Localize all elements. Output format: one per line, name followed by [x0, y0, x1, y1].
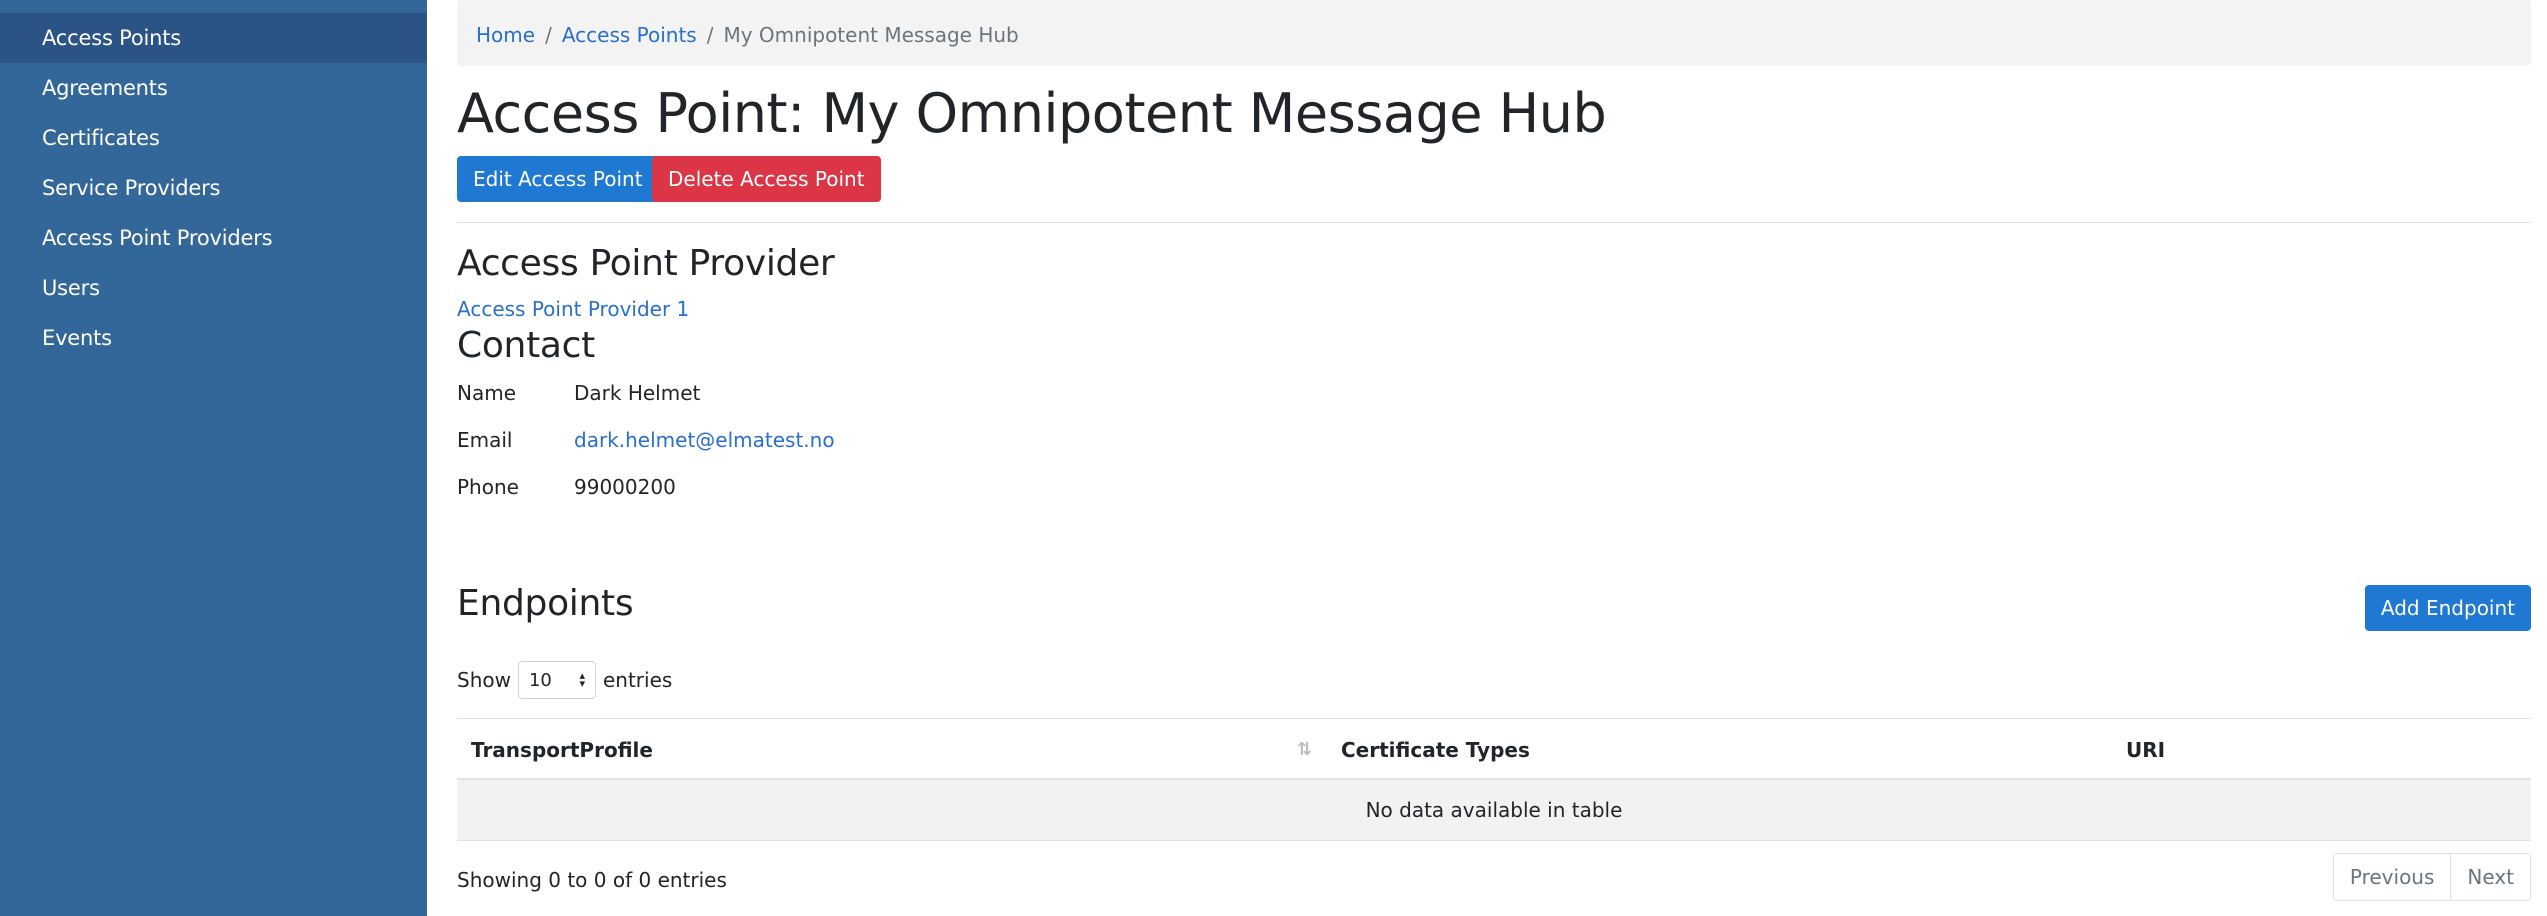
page-title: Access Point: My Omnipotent Message Hub: [457, 82, 1607, 145]
provider-link[interactable]: Access Point Provider 1: [457, 297, 689, 321]
column-header-transport-profile[interactable]: TransportProfile: [471, 719, 653, 781]
page-length-value: 10: [528, 669, 552, 691]
contact-email-link[interactable]: dark.helmet@elmatest.no: [574, 428, 835, 452]
sidebar-item-service-providers[interactable]: Service Providers: [0, 163, 427, 213]
next-page-button[interactable]: Next: [2450, 854, 2530, 900]
sidebar-item-agreements[interactable]: Agreements: [0, 63, 427, 113]
main-content: Home / Access Points / My Omnipotent Message…: [457, 0, 2531, 916]
breadcrumb-separator: /: [545, 23, 552, 47]
contact-name-label: Name: [457, 381, 517, 405]
endpoints-table: TransportProfile ⇅ Certificate Types URI…: [457, 718, 2531, 841]
breadcrumb-access-points-link[interactable]: Access Points: [562, 23, 697, 47]
sidebar-item-events[interactable]: Events: [0, 313, 427, 363]
endpoints-heading: Endpoints: [457, 583, 634, 624]
select-arrows-icon: ▴ ▾: [579, 669, 585, 690]
sidebar-item-users[interactable]: Users: [0, 263, 427, 313]
contact-phone-label: Phone: [457, 475, 519, 499]
column-header-uri[interactable]: URI: [2126, 719, 2165, 781]
entries-label: entries: [602, 668, 673, 692]
breadcrumb-home-link[interactable]: Home: [476, 23, 535, 47]
sort-icon[interactable]: ⇅: [1297, 719, 1312, 781]
column-header-certificate-types[interactable]: Certificate Types: [1341, 719, 1530, 781]
contact-name-value: Dark Helmet: [574, 381, 701, 405]
contact-heading: Contact: [457, 325, 595, 366]
breadcrumb-current: My Omnipotent Message Hub: [723, 23, 1019, 47]
pagination: Previous Next: [2332, 853, 2531, 901]
page-length-control: Show 10 ▴ ▾ entries: [457, 661, 672, 699]
add-endpoint-button[interactable]: Add Endpoint: [2364, 585, 2531, 631]
sidebar: Access Points Agreements Certificates Se…: [0, 0, 427, 916]
provider-heading: Access Point Provider: [457, 243, 835, 284]
edit-access-point-button[interactable]: Edit Access Point: [457, 156, 659, 202]
sidebar-item-access-points[interactable]: Access Points: [0, 13, 427, 63]
show-label: Show: [457, 668, 511, 692]
divider: [457, 222, 2531, 223]
contact-email-label: Email: [457, 428, 513, 452]
sidebar-item-certificates[interactable]: Certificates: [0, 113, 427, 163]
sidebar-item-access-point-providers[interactable]: Access Point Providers: [0, 213, 427, 263]
table-info: Showing 0 to 0 of 0 entries: [457, 868, 727, 892]
sidebar-menu: Access Points Agreements Certificates Se…: [0, 0, 427, 363]
breadcrumb: Home / Access Points / My Omnipotent Message…: [457, 0, 2531, 66]
previous-page-button[interactable]: Previous: [2333, 854, 2451, 900]
empty-table-row: No data available in table: [457, 780, 2531, 841]
table-header: TransportProfile ⇅ Certificate Types URI: [457, 718, 2531, 780]
delete-access-point-button[interactable]: Delete Access Point: [652, 156, 881, 202]
breadcrumb-separator: /: [706, 23, 714, 47]
page-length-select[interactable]: 10 ▴ ▾: [517, 661, 596, 699]
contact-phone-value: 99000200: [574, 475, 676, 499]
